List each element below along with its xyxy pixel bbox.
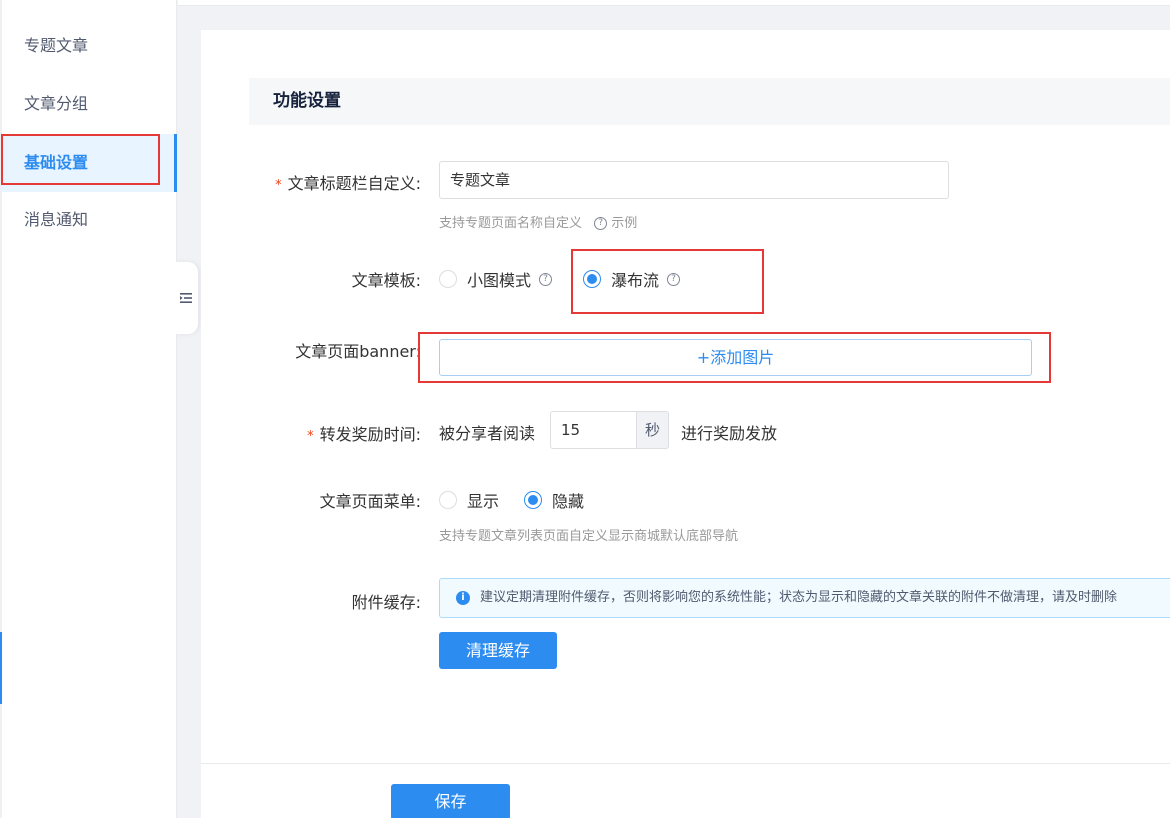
title-field-label-text: 文章标题栏自定义: (287, 174, 421, 193)
sidebar-item-label: 专题文章 (24, 36, 89, 55)
help-icon[interactable]: ? (539, 272, 553, 286)
page-menu-label: 文章页面菜单: (319, 492, 421, 511)
sidebar-item-basic-settings[interactable]: 基础设置 (2, 134, 177, 192)
seconds-unit: 秒 (636, 411, 669, 449)
radio-circle (439, 491, 457, 509)
sidebar-item-label: 消息通知 (24, 210, 89, 229)
radio-label: 瀑布流 (611, 271, 660, 290)
cache-alert: i 建议定期清理附件缓存，否则将影响您的系统性能；状态为显示和隐藏的文章关联的附… (439, 578, 1170, 618)
radio-label: 隐藏 (552, 492, 585, 511)
radio-circle (439, 270, 457, 288)
title-input[interactable]: 专题文章 (439, 161, 949, 199)
template-radio-thumbnail[interactable]: 小图模式 ? (439, 267, 553, 291)
section-title: 功能设置 (249, 78, 1170, 125)
example-link-text: 示例 (611, 216, 638, 231)
save-button[interactable]: 保存 (391, 784, 510, 818)
reward-time-label: * 转发奖励时间: (201, 421, 421, 445)
cache-label: 附件缓存: (351, 593, 421, 612)
sidebar: 专题文章 文章分组 基础设置 消息通知 (2, 0, 177, 818)
radio-label: 显示 (467, 492, 500, 511)
required-mark: * (307, 429, 314, 444)
top-bar (178, 0, 1170, 6)
sidebar-item-topic-articles[interactable]: 专题文章 (2, 17, 177, 75)
radio-label: 小图模式 (467, 271, 532, 290)
title-hint: 支持专题页面名称自定义 ? 示例 (439, 212, 637, 231)
info-icon: i (456, 591, 470, 605)
title-field-label: * 文章标题栏自定义: (201, 170, 421, 194)
template-label: 文章模板: (351, 271, 421, 290)
reward-time-label-text: 转发奖励时间: (319, 425, 421, 444)
page-menu-radio-hide[interactable]: 隐藏 (524, 488, 584, 512)
sidebar-collapse-toggle[interactable] (174, 262, 198, 334)
collapse-menu-icon (180, 293, 192, 303)
add-image-button[interactable]: +添加图片 (439, 339, 1032, 376)
page-menu-hint: 支持专题文章列表页面自定义显示商城默认底部导航 (439, 529, 739, 544)
radio-circle-checked (583, 270, 601, 288)
clear-cache-button[interactable]: 清理缓存 (439, 632, 557, 669)
required-mark: * (275, 178, 282, 193)
settings-card: 功能设置 * 文章标题栏自定义: 专题文章 支持专题页面名称自定义 ? 示例 文章… (201, 30, 1170, 818)
template-radio-waterfall[interactable]: 瀑布流 ? (583, 267, 681, 291)
reward-seconds-group: 15 秒 (550, 411, 669, 449)
help-icon[interactable]: ? (667, 272, 681, 286)
sidebar-item-article-groups[interactable]: 文章分组 (2, 75, 177, 133)
example-link[interactable]: ? 示例 (594, 216, 637, 231)
footer-divider (201, 763, 1170, 764)
reward-seconds-input[interactable]: 15 (550, 411, 636, 449)
reward-prefix: 被分享者阅读 (439, 424, 536, 443)
sidebar-item-notifications[interactable]: 消息通知 (2, 191, 177, 249)
title-hint-text: 支持专题页面名称自定义 (439, 216, 583, 231)
banner-label: 文章页面banner: (295, 342, 421, 361)
reward-suffix: 进行奖励发放 (681, 424, 778, 443)
radio-circle-checked (524, 491, 542, 509)
help-icon: ? (594, 217, 608, 230)
page-menu-radio-show[interactable]: 显示 (439, 488, 499, 512)
sidebar-item-label: 基础设置 (24, 153, 89, 172)
sidebar-item-label: 文章分组 (24, 94, 89, 113)
cache-alert-text: 建议定期清理附件缓存，否则将影响您的系统性能；状态为显示和隐藏的文章关联的附件不… (480, 590, 1118, 605)
